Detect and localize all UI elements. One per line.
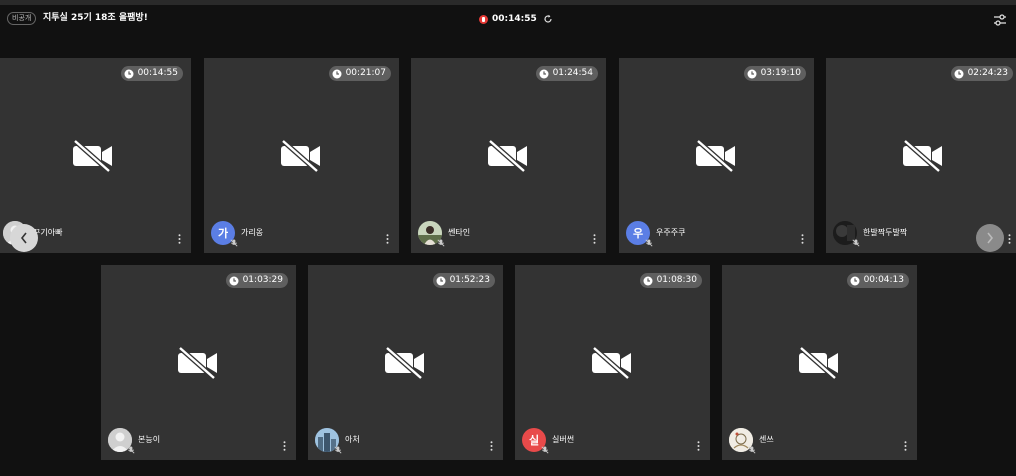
participation-timer: 01:03:29	[225, 273, 288, 288]
more-options-icon[interactable]	[386, 234, 389, 244]
participant-name: 본능이	[138, 435, 161, 444]
more-options-icon[interactable]	[697, 441, 700, 451]
clock-icon	[747, 69, 757, 78]
next-page-button[interactable]	[976, 224, 1004, 252]
timer-text: 00:04:13	[863, 275, 904, 285]
chevron-right-icon	[987, 232, 994, 244]
more-options-icon[interactable]	[490, 441, 493, 451]
room-header: 비공개 지투실 25기 18조 올팸방! 00:14:55	[0, 5, 1016, 31]
camera-off-icon	[281, 140, 320, 172]
participation-timer: 01:24:54	[535, 66, 598, 81]
avatar-initial: 실	[528, 434, 540, 447]
mic-muted-icon	[230, 239, 238, 247]
record-icon	[479, 14, 488, 24]
timer-text: 01:24:54	[552, 68, 593, 78]
timer-text: 02:24:23	[967, 68, 1008, 78]
participation-timer: 02:24:23	[950, 66, 1013, 81]
recording-time: 00:14:55	[492, 14, 537, 24]
more-options-icon[interactable]	[801, 234, 804, 244]
participation-timer: 00:21:07	[328, 66, 391, 81]
mic-muted-icon	[852, 239, 860, 247]
participant-name: 쎈타인	[448, 228, 471, 237]
room-title: 지투실 25기 18조 올팸방!	[43, 13, 148, 23]
participant-tile[interactable]: 01:24:54 쎈타인	[411, 58, 606, 253]
more-options-icon[interactable]	[283, 441, 286, 451]
mic-muted-icon	[748, 446, 756, 454]
mic-muted-icon	[645, 239, 653, 247]
participant-tile[interactable]: 00:21:07 가 가리옹	[204, 58, 399, 253]
clock-icon	[332, 69, 342, 78]
participant-tile[interactable]: 01:08:30 실 실버썬	[515, 265, 710, 460]
participant-tile[interactable]: 00:04:13 센쓰	[722, 265, 917, 460]
timer-text: 00:14:55	[137, 68, 178, 78]
participant-name: 센쓰	[759, 435, 774, 444]
participation-timer: 01:08:30	[639, 273, 702, 288]
avatar-initial: 가	[217, 227, 229, 240]
mic-muted-icon	[437, 239, 445, 247]
clock-icon	[850, 276, 860, 285]
mic-muted-icon	[127, 446, 135, 454]
camera-off-icon	[178, 347, 217, 379]
participation-timer: 00:04:13	[846, 273, 909, 288]
timer-text: 01:08:30	[656, 275, 697, 285]
clock-icon	[436, 276, 446, 285]
more-options-icon[interactable]	[1008, 234, 1011, 244]
participant-tile[interactable]: 01:52:23 아처	[308, 265, 503, 460]
camera-off-icon	[488, 140, 527, 172]
more-options-icon[interactable]	[178, 234, 181, 244]
visibility-badge: 비공개	[7, 12, 37, 25]
timer-text: 01:52:23	[449, 275, 490, 285]
camera-off-icon	[592, 347, 631, 379]
clock-icon	[539, 69, 549, 78]
settings-sliders-icon[interactable]	[993, 14, 1007, 26]
recording-status: 00:14:55	[479, 12, 553, 26]
refresh-icon[interactable]	[543, 14, 553, 24]
participant-tile[interactable]: 03:19:10 우 우주주쿠	[619, 58, 814, 253]
clock-icon	[954, 69, 964, 78]
mic-muted-icon	[334, 446, 342, 454]
participant-name: 한발짝두발짝	[863, 228, 908, 237]
camera-off-icon	[799, 347, 838, 379]
participant-tile[interactable]: 00:14:55 꾸기아빠	[0, 58, 191, 253]
timer-text: 00:21:07	[345, 68, 386, 78]
participant-name: 가리옹	[241, 228, 264, 237]
more-options-icon[interactable]	[593, 234, 596, 244]
camera-off-icon	[73, 140, 112, 172]
participation-timer: 01:52:23	[432, 273, 495, 288]
participant-name: 실버썬	[552, 435, 575, 444]
participant-tile[interactable]: 01:03:29 본능이	[101, 265, 296, 460]
camera-off-icon	[385, 347, 424, 379]
participant-name: 우주주쿠	[656, 228, 686, 237]
participation-timer: 03:19:10	[743, 66, 806, 81]
mic-muted-icon	[541, 446, 549, 454]
clock-icon	[229, 276, 239, 285]
camera-off-icon	[696, 140, 735, 172]
chevron-left-icon	[20, 232, 27, 244]
timer-text: 03:19:10	[760, 68, 801, 78]
clock-icon	[124, 69, 134, 78]
previous-page-button[interactable]	[10, 224, 38, 252]
clock-icon	[643, 276, 653, 285]
avatar-initial: 우	[632, 227, 644, 240]
camera-off-icon	[903, 140, 942, 172]
participation-timer: 00:14:55	[120, 66, 183, 81]
participant-name: 아처	[345, 435, 360, 444]
timer-text: 01:03:29	[242, 275, 283, 285]
more-options-icon[interactable]	[904, 441, 907, 451]
